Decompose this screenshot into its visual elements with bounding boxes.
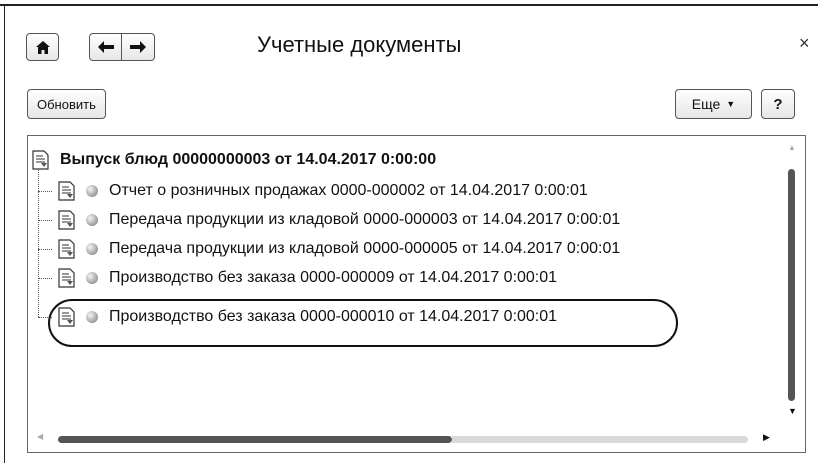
- highlight-ellipse: [48, 299, 678, 347]
- scroll-down-icon[interactable]: ▼: [788, 406, 797, 416]
- scroll-left-icon[interactable]: ◀: [37, 432, 43, 441]
- tree-connector: [38, 167, 40, 317]
- document-icon: [58, 268, 75, 288]
- tree-item-row[interactable]: Передача продукции из кладовой 0000-0000…: [58, 237, 620, 261]
- tree-item-row[interactable]: Производство без заказа 0000-000009 от 1…: [58, 266, 557, 290]
- home-button[interactable]: [26, 33, 59, 61]
- document-icon: [58, 181, 75, 201]
- tree-item-label: Передача продукции из кладовой 0000-0000…: [109, 211, 621, 228]
- document-icon: [58, 210, 75, 230]
- more-button-label: Еще: [691, 96, 721, 112]
- documents-tree[interactable]: Выпуск блюд 00000000003 от 14.04.2017 0:…: [27, 135, 806, 453]
- arrow-right-icon: [130, 41, 146, 53]
- tree-item-label: Производство без заказа 0000-000009 от 1…: [109, 269, 558, 286]
- tree-connector: [38, 249, 52, 251]
- tree-item-label: Отчет о розничных продажах 0000-000002 о…: [109, 182, 588, 199]
- tree-item-label: Передача продукции из кладовой 0000-0000…: [109, 240, 621, 257]
- refresh-button[interactable]: Обновить: [27, 89, 106, 119]
- help-button[interactable]: ?: [761, 89, 795, 119]
- scroll-right-icon[interactable]: ▶: [763, 432, 770, 443]
- status-icon: [86, 214, 98, 226]
- back-button[interactable]: [89, 33, 122, 61]
- tree-root-row[interactable]: Выпуск блюд 00000000003 от 14.04.2017 0:…: [32, 148, 436, 172]
- tree-item-row[interactable]: Отчет о розничных продажах 0000-000002 о…: [58, 179, 588, 203]
- chevron-down-icon: ▼: [726, 99, 736, 109]
- home-icon: [35, 40, 50, 54]
- history-navigation: [89, 33, 155, 61]
- more-button[interactable]: Еще ▼: [675, 89, 752, 119]
- horizontal-scrollbar-thumb[interactable]: [58, 436, 452, 443]
- scroll-up-icon[interactable]: ▲: [788, 143, 796, 152]
- window-title: Учетные документы: [257, 32, 462, 57]
- vertical-scrollbar-thumb[interactable]: [788, 169, 795, 401]
- horizontal-scrollbar-track[interactable]: [452, 436, 748, 443]
- tree-connector: [38, 191, 52, 193]
- tree-connector: [38, 220, 52, 222]
- status-icon: [86, 185, 98, 197]
- tree-connector: [38, 278, 52, 280]
- tree-item-row[interactable]: Передача продукции из кладовой 0000-0000…: [58, 208, 620, 232]
- close-button[interactable]: ×: [799, 33, 810, 54]
- tree-root-label: Выпуск блюд 00000000003 от 14.04.2017 0:…: [60, 151, 437, 168]
- top-border: [0, 4, 818, 6]
- status-icon: [86, 272, 98, 284]
- document-icon: [58, 239, 75, 259]
- left-border: [4, 6, 5, 463]
- document-icon: [32, 150, 49, 170]
- forward-button[interactable]: [122, 33, 155, 61]
- status-icon: [86, 243, 98, 255]
- arrow-left-icon: [97, 41, 114, 53]
